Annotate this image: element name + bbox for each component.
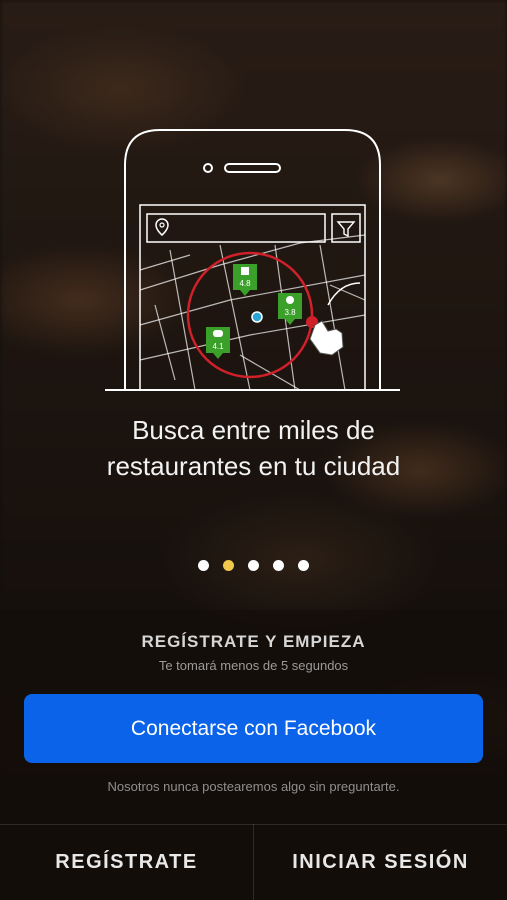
svg-text:4.1: 4.1 bbox=[212, 342, 224, 351]
location-pin-icon bbox=[155, 218, 169, 236]
page-dot-1[interactable] bbox=[198, 560, 209, 571]
facebook-connect-button[interactable]: Conectarse con Facebook bbox=[24, 694, 483, 763]
page-dot-5[interactable] bbox=[298, 560, 309, 571]
page-indicator[interactable] bbox=[0, 560, 507, 571]
filter-icon bbox=[336, 221, 356, 238]
map-pin-drink: 4.8 bbox=[233, 264, 257, 296]
onboarding-headline: Busca entre miles de restaurantes en tu … bbox=[0, 412, 507, 484]
register-button[interactable]: REGÍSTRATE bbox=[0, 825, 253, 900]
page-dot-3[interactable] bbox=[248, 560, 259, 571]
page-dot-4[interactable] bbox=[273, 560, 284, 571]
signup-subtitle: Te tomará menos de 5 segundos bbox=[158, 658, 349, 673]
phone-map-illustration: 4.8 3.8 4.1 bbox=[105, 129, 400, 391]
svg-text:4.8: 4.8 bbox=[239, 279, 251, 288]
hand-pointer-icon bbox=[309, 320, 344, 356]
login-button[interactable]: INICIAR SESIÓN bbox=[254, 825, 507, 900]
map-pin-burger: 4.1 bbox=[206, 327, 230, 359]
page-dot-2[interactable] bbox=[223, 560, 234, 571]
headline-line-2: restaurantes en tu ciudad bbox=[106, 451, 401, 481]
privacy-note: Nosotros nunca postearemos algo sin preg… bbox=[107, 779, 400, 794]
map-pin-chef: 3.8 bbox=[278, 293, 302, 325]
signup-title: REGÍSTRATE Y EMPIEZA bbox=[141, 632, 366, 651]
svg-text:3.8: 3.8 bbox=[284, 308, 296, 317]
headline-line-1: Busca entre miles de bbox=[132, 415, 375, 445]
